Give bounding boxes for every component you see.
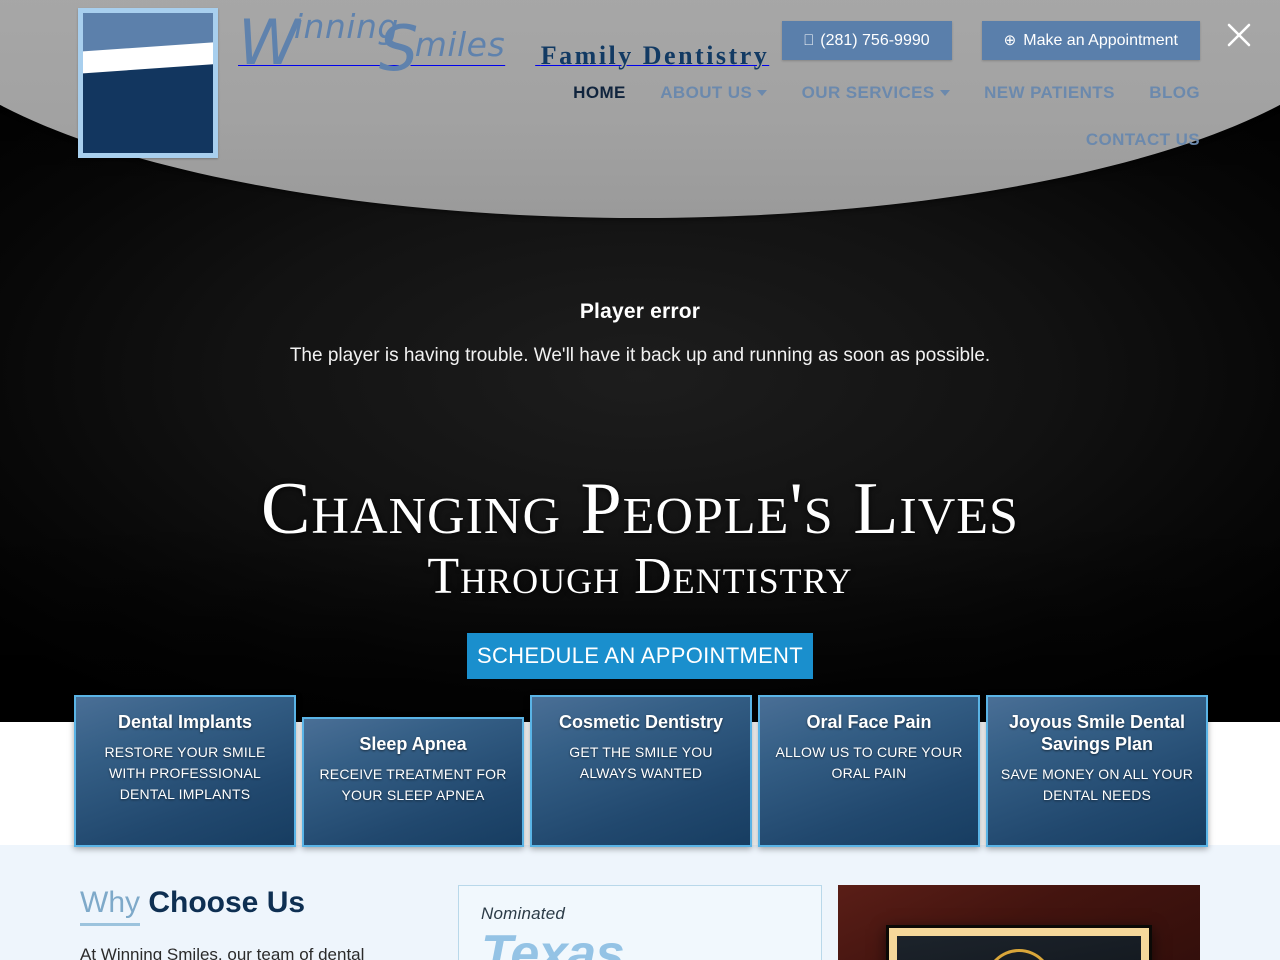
clock-icon: ⊕: [1003, 31, 1017, 49]
why-choose-us-section: Why Choose Us At Winning Smiles, our tea…: [0, 845, 1280, 960]
why-heading-light: Why: [80, 886, 140, 926]
nav-item-our-services[interactable]: OUR SERVICES: [802, 80, 950, 106]
nav-item-blog[interactable]: BLOG: [1149, 80, 1200, 106]
nominated-label: Nominated: [481, 904, 566, 923]
why-choose-us-heading: Why Choose Us: [80, 885, 430, 926]
logo-script-text: WinningSmiles: [238, 10, 541, 80]
logo-text-miles: miles: [414, 25, 506, 64]
close-button[interactable]: [1218, 14, 1260, 56]
site-header: WinningSmiles Family Dentistry ⎕ (281) 7…: [0, 0, 1280, 218]
nav-label: BLOG: [1149, 83, 1200, 102]
nav-row-primary: HOME ABOUT US OUR SERVICES NEW PATIENTS …: [540, 80, 1200, 107]
nav-label: OUR SERVICES: [801, 83, 935, 102]
service-card-dental-implants[interactable]: Dental Implants RESTORE YOUR SMILE WITH …: [74, 695, 296, 847]
service-card-joyous-smile-savings-plan[interactable]: Joyous Smile Dental Savings Plan SAVE MO…: [986, 695, 1208, 847]
framed-award-certificate: [838, 885, 1200, 960]
service-card-row: Dental Implants RESTORE YOUR SMILE WITH …: [0, 690, 1280, 850]
nav-item-new-patients[interactable]: NEW PATIENTS: [984, 80, 1115, 106]
service-card-title: Dental Implants: [117, 712, 253, 732]
why-choose-us-text-column: Why Choose Us At Winning Smiles, our tea…: [80, 885, 430, 960]
service-card-description: SAVE MONEY ON ALL YOUR DENTAL NEEDS: [1000, 766, 1194, 803]
hero-headline-primary: Changing People's Lives: [261, 468, 1019, 550]
schedule-appointment-button[interactable]: SCHEDULE AN APPOINTMENT: [467, 633, 813, 679]
logo-letter-w: W: [238, 6, 300, 79]
make-appointment-label: Make an Appointment: [1023, 32, 1178, 49]
service-card-description: ALLOW US TO CURE YOUR ORAL PAIN: [775, 744, 963, 781]
logo-letter-s: S: [378, 12, 419, 85]
nav-label: ABOUT US: [660, 83, 753, 102]
hero-headline-secondary: Through Dentistry: [427, 548, 853, 605]
service-card-title: Joyous Smile Dental Savings Plan: [1008, 712, 1186, 754]
mobile-phone-icon: ⎕: [804, 31, 814, 49]
service-card-title: Oral Face Pain: [806, 712, 932, 732]
player-error-title: Player error: [579, 300, 701, 323]
phone-number-button[interactable]: ⎕ (281) 756-9990: [782, 21, 952, 61]
nav-label: CONTACT US: [1085, 130, 1200, 149]
chevron-down-icon: [757, 90, 768, 96]
nav-label: HOME: [573, 83, 626, 102]
certificate-frame: [886, 925, 1152, 960]
logo-wordmark: WinningSmiles Family Dentistry: [238, 8, 770, 80]
service-card-description: GET THE SMILE YOU ALWAYS WANTED: [569, 744, 713, 781]
service-card-sleep-apnea[interactable]: Sleep Apnea RECEIVE TREATMENT FOR YOUR S…: [302, 717, 524, 847]
service-card-cosmetic-dentistry[interactable]: Cosmetic Dentistry GET THE SMILE YOU ALW…: [530, 695, 752, 847]
nav-label: NEW PATIENTS: [984, 83, 1115, 102]
service-card-description: RESTORE YOUR SMILE WITH PROFESSIONAL DEN…: [104, 744, 266, 802]
service-card-title: Cosmetic Dentistry: [558, 712, 724, 732]
phone-number-label: (281) 756-9990: [820, 32, 930, 49]
service-card-description: RECEIVE TREATMENT FOR YOUR SLEEP APNEA: [319, 766, 507, 803]
nominated-award-box: Nominated Texas: [458, 885, 822, 960]
primary-navigation: HOME ABOUT US OUR SERVICES NEW PATIENTS …: [540, 80, 1200, 154]
service-card-oral-face-pain[interactable]: Oral Face Pain ALLOW US TO CURE YOUR ORA…: [758, 695, 980, 847]
logo-tagline: Family Dentistry: [540, 41, 770, 70]
player-error-message: The player is having trouble. We'll have…: [289, 345, 991, 366]
gold-seal-icon: [988, 952, 1050, 960]
make-appointment-button[interactable]: ⊕ Make an Appointment: [981, 21, 1200, 61]
nav-item-home[interactable]: HOME: [573, 80, 626, 106]
winning-smiles-logo-icon: [78, 8, 218, 158]
why-choose-us-body: At Winning Smiles, our team of dental: [80, 945, 365, 960]
header-content: WinningSmiles Family Dentistry ⎕ (281) 7…: [0, 0, 1280, 175]
nominated-state: Texas: [481, 925, 625, 960]
header-action-buttons: ⎕ (281) 756-9990 ⊕ Make an Appointment: [782, 21, 1200, 61]
close-icon: [1227, 23, 1251, 47]
video-player-error: Player error The player is having troubl…: [0, 300, 1280, 371]
chevron-down-icon: [939, 90, 950, 96]
certificate-inner: [897, 936, 1141, 960]
why-heading-bold: Choose Us: [148, 886, 306, 919]
hero-headline-group: Changing People's Lives Through Dentistr…: [0, 470, 1280, 606]
nav-row-secondary: CONTACT US: [540, 127, 1200, 154]
nav-item-about-us[interactable]: ABOUT US: [660, 80, 768, 106]
nav-item-contact-us[interactable]: CONTACT US: [1086, 127, 1200, 153]
service-card-title: Sleep Apnea: [359, 734, 467, 754]
